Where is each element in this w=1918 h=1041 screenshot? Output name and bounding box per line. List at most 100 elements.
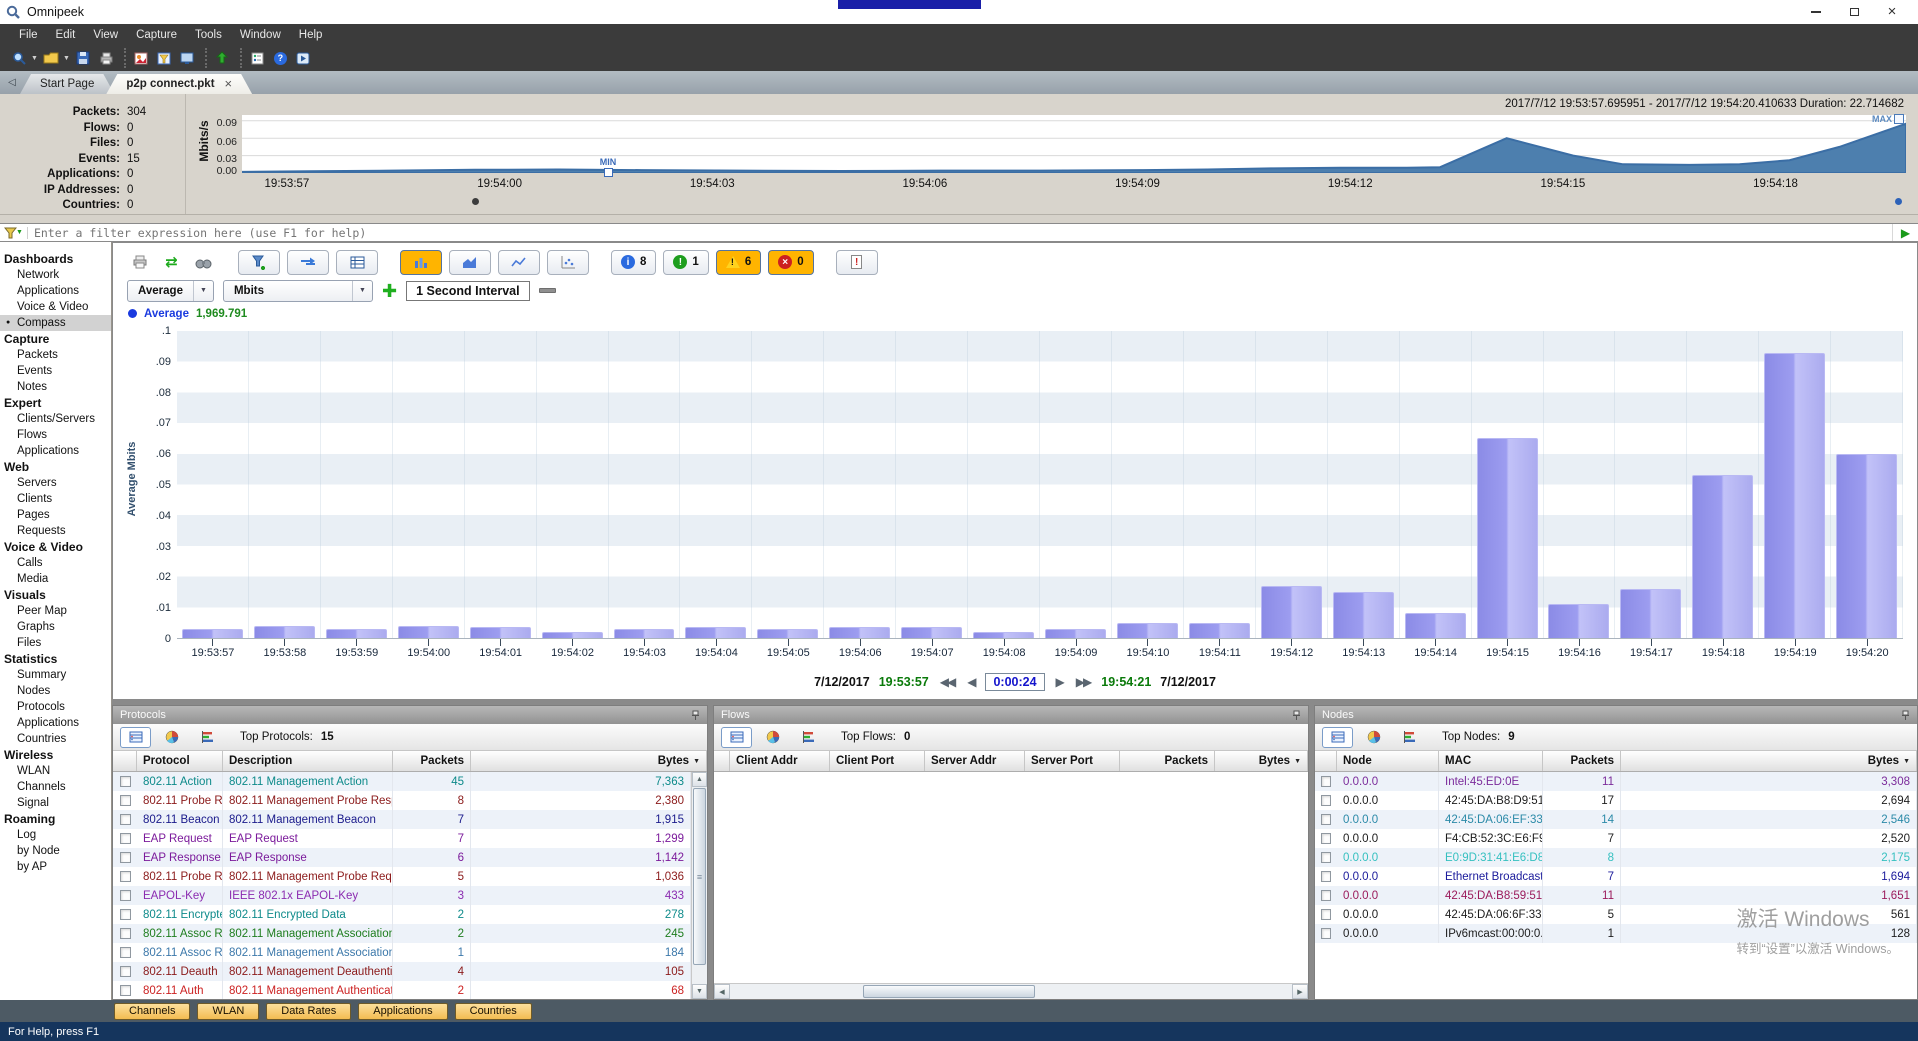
sidebar-item[interactable]: Protocols bbox=[0, 699, 111, 715]
table-row[interactable]: 0.0.0.0 Ethernet Broadcast 7 1,694 bbox=[1315, 867, 1917, 886]
table-row[interactable]: 802.11 Probe Rsp 802.11 Management Probe… bbox=[113, 791, 691, 810]
sidebar-item[interactable]: WLAN bbox=[0, 763, 111, 779]
sidebar-item[interactable]: Clients bbox=[0, 491, 111, 507]
menu-item[interactable]: Help bbox=[290, 27, 332, 43]
statistics-tab[interactable]: Channels bbox=[114, 1003, 190, 1020]
statistics-tab[interactable]: WLAN bbox=[197, 1003, 259, 1020]
filter-icon[interactable] bbox=[155, 50, 174, 67]
table-row[interactable]: 802.11 Encrypte... 802.11 Encrypted Data… bbox=[113, 905, 691, 924]
sidebar-item[interactable]: Requests bbox=[0, 523, 111, 539]
tab-p2p-connect[interactable]: p2p connect.pkt × bbox=[106, 74, 252, 94]
max-marker[interactable]: MAX bbox=[1872, 114, 1904, 124]
pin-icon[interactable] bbox=[1901, 710, 1910, 721]
table-row[interactable]: 802.11 Assoc Rsp 802.11 Management Assoc… bbox=[113, 924, 691, 943]
pin-icon[interactable] bbox=[691, 710, 700, 721]
column-header-packets[interactable]: Packets bbox=[1120, 751, 1215, 771]
sidebar-item[interactable]: Expert bbox=[0, 395, 111, 411]
increase-interval-icon[interactable]: ✚ bbox=[382, 284, 397, 298]
table-row[interactable]: 0.0.0.0 E0:9D:31:41:E6:D8 8 2,175 bbox=[1315, 848, 1917, 867]
chart-plot-area[interactable] bbox=[177, 331, 1903, 639]
filter-dropdown-icon[interactable]: ▼ bbox=[16, 229, 23, 236]
tab-scroll-left-icon[interactable]: ◁ bbox=[4, 77, 20, 88]
table-row[interactable]: EAP Request EAP Request 7 1,299 bbox=[113, 829, 691, 848]
print-icon[interactable] bbox=[97, 50, 116, 67]
row-checkbox[interactable] bbox=[120, 776, 131, 787]
column-header-mac[interactable]: MAC bbox=[1439, 751, 1543, 771]
sidebar-item[interactable]: Nodes bbox=[0, 683, 111, 699]
close-button[interactable]: × bbox=[1886, 6, 1898, 18]
sidebar-item[interactable]: Statistics bbox=[0, 651, 111, 667]
table-row[interactable]: EAP Response EAP Response 6 1,142 bbox=[113, 848, 691, 867]
filter-expression-input[interactable] bbox=[28, 226, 1892, 240]
table-row[interactable]: 0.0.0.0 IPv6mcast:00:00:0... 1 128 bbox=[1315, 924, 1917, 943]
table-row[interactable]: 802.11 Deauth 802.11 Management Deauthen… bbox=[113, 962, 691, 981]
scroll-down-icon[interactable]: ▼ bbox=[692, 984, 707, 999]
statistics-tab[interactable]: Countries bbox=[455, 1003, 532, 1020]
sidebar-item[interactable]: Network bbox=[0, 267, 111, 283]
row-checkbox[interactable] bbox=[120, 871, 131, 882]
search-icon[interactable] bbox=[10, 50, 29, 67]
scrollbar-thumb[interactable] bbox=[693, 788, 706, 965]
scroll-left-icon[interactable]: ◀ bbox=[714, 984, 730, 999]
statistics-tab[interactable]: Applications bbox=[358, 1003, 447, 1020]
row-checkbox[interactable] bbox=[1321, 776, 1331, 787]
launch-icon[interactable] bbox=[294, 50, 313, 67]
pin-icon[interactable] bbox=[1292, 710, 1301, 721]
sidebar-item[interactable]: Compass bbox=[0, 315, 111, 331]
pie-view-button[interactable] bbox=[757, 727, 788, 748]
sidebar-item[interactable]: Dashboards bbox=[0, 251, 111, 267]
scrollbar-thumb[interactable] bbox=[863, 985, 1035, 998]
swap-axes-button[interactable] bbox=[287, 250, 329, 275]
row-checkbox[interactable] bbox=[1321, 890, 1331, 901]
row-checkbox[interactable] bbox=[120, 795, 131, 806]
sidebar-item[interactable]: Pages bbox=[0, 507, 111, 523]
table-row[interactable]: 0.0.0.0 42:45:DA:B8:D9:51 17 2,694 bbox=[1315, 791, 1917, 810]
sidebar-item[interactable]: Applications bbox=[0, 443, 111, 459]
monitor-icon[interactable] bbox=[178, 50, 197, 67]
sidebar-item[interactable]: Files bbox=[0, 635, 111, 651]
row-checkbox[interactable] bbox=[120, 833, 131, 844]
column-header-packets[interactable]: Packets bbox=[1543, 751, 1621, 771]
units-select[interactable]: Mbits ▼ bbox=[223, 280, 373, 302]
menu-item[interactable]: File bbox=[10, 27, 47, 43]
sidebar-item[interactable]: Summary bbox=[0, 667, 111, 683]
table-row[interactable]: 0.0.0.0 42:45:DA:B8:59:51 11 1,651 bbox=[1315, 886, 1917, 905]
row-checkbox[interactable] bbox=[120, 890, 131, 901]
sidebar-item[interactable]: Notes bbox=[0, 379, 111, 395]
scroll-up-icon[interactable]: ▲ bbox=[692, 772, 707, 787]
tab-close-icon[interactable]: × bbox=[225, 79, 233, 89]
sidebar-item[interactable]: Roaming bbox=[0, 811, 111, 827]
column-header-server-port[interactable]: Server Port bbox=[1025, 751, 1120, 771]
sidebar-item[interactable]: Calls bbox=[0, 555, 111, 571]
bar-view-button[interactable] bbox=[192, 727, 223, 748]
bar-chart-type-button[interactable] bbox=[400, 250, 442, 275]
table-row[interactable]: 0.0.0.0 F4:CB:52:3C:E6:F9 7 2,520 bbox=[1315, 829, 1917, 848]
menu-item[interactable]: Window bbox=[231, 27, 290, 43]
table-row[interactable]: 0.0.0.0 42:45:DA:06:6F:33 5 561 bbox=[1315, 905, 1917, 924]
row-checkbox[interactable] bbox=[120, 852, 131, 863]
rewind-fast-icon[interactable]: ◀◀ bbox=[938, 675, 956, 689]
row-checkbox[interactable] bbox=[1321, 928, 1331, 939]
minimize-button[interactable] bbox=[1810, 6, 1822, 18]
line-chart-type-button[interactable] bbox=[498, 250, 540, 275]
row-checkbox[interactable] bbox=[1321, 909, 1331, 920]
event-log-button[interactable]: ! bbox=[836, 250, 878, 275]
sidebar-item[interactable]: Web bbox=[0, 459, 111, 475]
vertical-scrollbar[interactable]: ▲ ▼ bbox=[691, 772, 707, 999]
area-chart-type-button[interactable] bbox=[449, 250, 491, 275]
search-dropdown-icon[interactable]: ▼ bbox=[31, 55, 38, 62]
sidebar-item[interactable]: Media bbox=[0, 571, 111, 587]
sidebar-item[interactable]: Countries bbox=[0, 731, 111, 747]
column-header-protocol[interactable]: Protocol bbox=[137, 751, 223, 771]
sidebar-item[interactable]: Applications bbox=[0, 715, 111, 731]
sidebar-item[interactable]: Clients/Servers bbox=[0, 411, 111, 427]
table-view-button[interactable] bbox=[721, 727, 752, 748]
refresh-icon[interactable]: ⇄ bbox=[159, 251, 184, 273]
slider-handle-left[interactable] bbox=[472, 198, 479, 205]
open-folder-icon[interactable] bbox=[42, 50, 61, 67]
timeline-plot[interactable]: 0.09 0.06 0.03 0.00 MIN MAX bbox=[242, 115, 1906, 173]
restore-button[interactable] bbox=[1848, 6, 1860, 18]
forward-fast-icon[interactable]: ▶▶ bbox=[1074, 675, 1092, 689]
table-view-button[interactable] bbox=[1322, 727, 1353, 748]
table-row[interactable]: 802.11 Action 802.11 Management Action 4… bbox=[113, 772, 691, 791]
